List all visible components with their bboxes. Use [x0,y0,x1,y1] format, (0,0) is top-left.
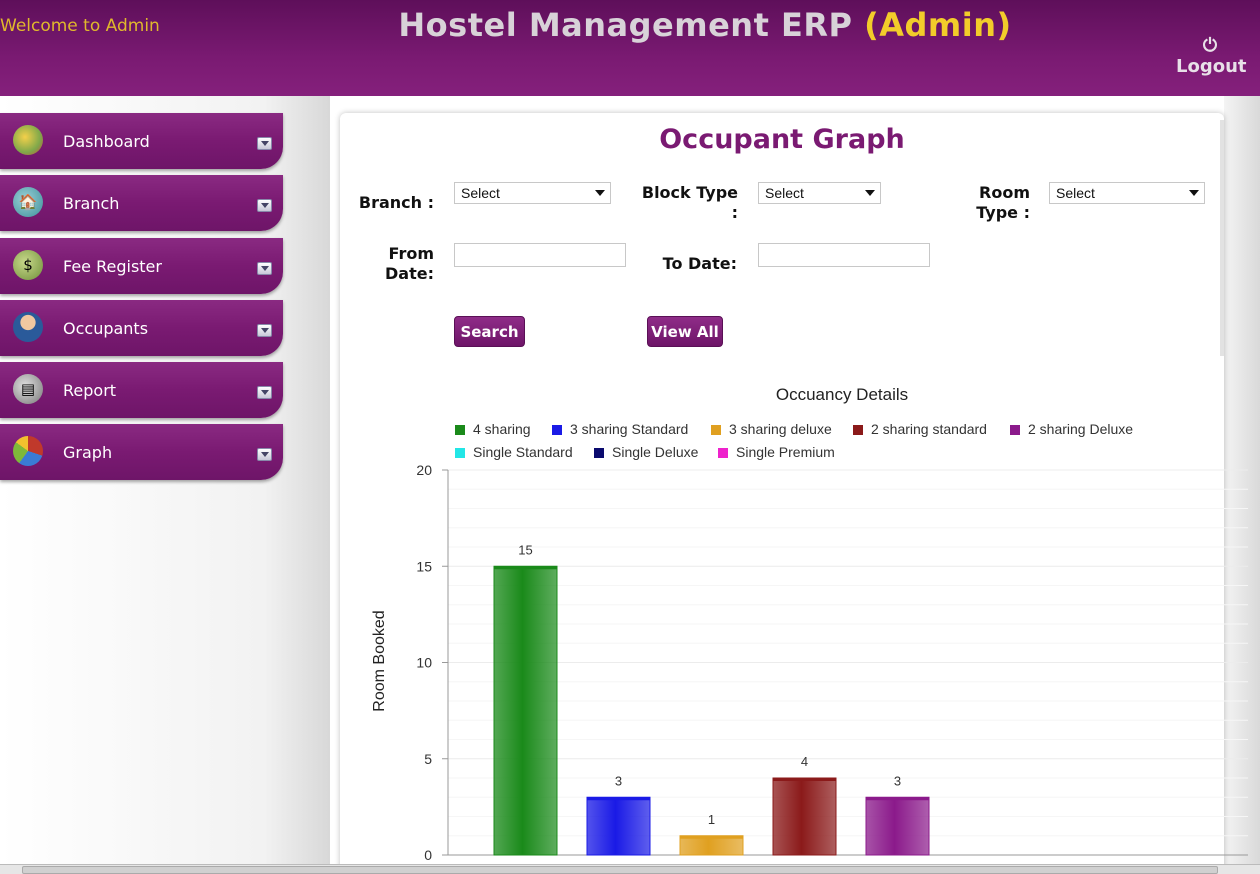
sidebar-item-dashboard[interactable]: Dashboard [0,113,283,169]
data-label: 3 [615,773,622,788]
sidebar-item-graph[interactable]: Graph [0,424,283,480]
block-type-label-line1: Block Type [641,183,738,202]
y-axis-label: Room Booked [371,610,388,712]
sidebar-item-label: Report [63,381,117,400]
bar [772,777,837,856]
sidebar-item-label: Dashboard [63,132,150,151]
y-tick-label: 10 [416,655,432,671]
home-icon: 🏠 [13,187,43,217]
chevron-down-icon[interactable] [257,199,272,212]
legend-label: 3 sharing Standard [570,421,689,437]
from-date-label-line2: Date: [385,264,434,283]
legend-swatch [1010,425,1020,435]
sidebar-item-report[interactable]: ▤ Report [0,362,283,418]
chevron-down-icon[interactable] [257,448,272,461]
sidebar-item-label: Fee Register [63,257,162,276]
bar-top [773,778,836,781]
bar [493,565,558,856]
bar-top [494,566,557,570]
from-date-label-line1: From [388,244,434,263]
page-title: Occupant Graph [659,124,905,155]
logout-button[interactable]: ⏻ Logout [1176,35,1247,78]
app-role: (Admin) [864,6,1012,44]
legend-label: 2 sharing Deluxe [1028,421,1134,437]
view-all-button[interactable]: View All [647,316,723,347]
sidebar-item-occupants[interactable]: Occupants [0,300,283,356]
horizontal-scrollbar[interactable] [0,864,1260,874]
legend-swatch [552,425,562,435]
printer-icon: ▤ [13,374,43,404]
chart-title: Occuancy Details [775,385,909,404]
chevron-down-icon[interactable] [257,324,272,337]
bar [586,796,651,856]
room-type-label: Room Type : [950,183,1030,223]
sidebar-item-label: Occupants [63,319,149,338]
data-label: 15 [518,542,532,557]
sidebar-item-fee-register[interactable]: $ Fee Register [0,238,283,294]
legend-label: 4 sharing [473,421,531,437]
y-tick-label: 0 [424,847,432,863]
room-type-label-line1: Room [979,183,1030,202]
block-type-select[interactable]: Select [758,182,881,204]
money-bag-icon: $ [13,250,43,280]
person-icon [13,312,43,342]
chevron-down-icon[interactable] [257,262,272,275]
pie-chart-icon [13,436,43,466]
room-type-select[interactable]: Select [1049,182,1205,204]
app-header: Welcome to Admin Hostel Management ERP (… [0,0,1260,96]
legend-label: 2 sharing standard [871,421,987,437]
y-tick-label: 20 [416,462,432,478]
power-icon: ⏻ [1202,35,1218,56]
chevron-down-icon[interactable] [257,386,272,399]
from-date-label: From Date: [350,244,434,284]
data-label: 4 [801,754,808,769]
dashboard-icon [13,125,43,155]
legend-swatch [711,425,721,435]
scrollbar-thumb[interactable] [22,866,1218,874]
room-type-label-line2: Type : [976,203,1030,222]
to-date-label: To Date: [662,254,737,273]
bar-top [680,835,743,839]
block-type-label: Block Type : [640,183,738,223]
data-label: 3 [894,773,901,788]
block-type-label-line2: : [731,203,738,222]
app-title-text: Hostel Management ERP [398,6,853,44]
legend-swatch [853,425,863,435]
search-button[interactable]: Search [454,316,525,347]
bar-chart: 0 5 10 15 20 15 3 1 4 3 [416,462,1248,863]
legend-swatch [455,425,465,435]
from-date-input[interactable] [454,243,626,267]
y-tick-label: 15 [416,558,432,574]
branch-select[interactable]: Select [454,182,611,204]
sidebar-item-label: Graph [63,443,113,462]
to-date-input[interactable] [758,243,930,267]
data-label: 1 [708,812,715,827]
y-tick-label: 5 [424,751,432,767]
sidebar-item-label: Branch [63,194,120,213]
bar [865,796,930,856]
bar-top [587,797,650,801]
legend-label: 3 sharing deluxe [729,421,832,437]
logout-label: Logout [1176,56,1247,77]
app-title: Hostel Management ERP (Admin) [0,6,1260,44]
branch-label: Branch : [358,193,434,212]
bar-top [866,797,929,801]
chevron-down-icon[interactable] [257,137,272,150]
panel-scrollbar[interactable] [1220,120,1224,356]
sidebar-item-branch[interactable]: 🏠 Branch [0,175,283,231]
